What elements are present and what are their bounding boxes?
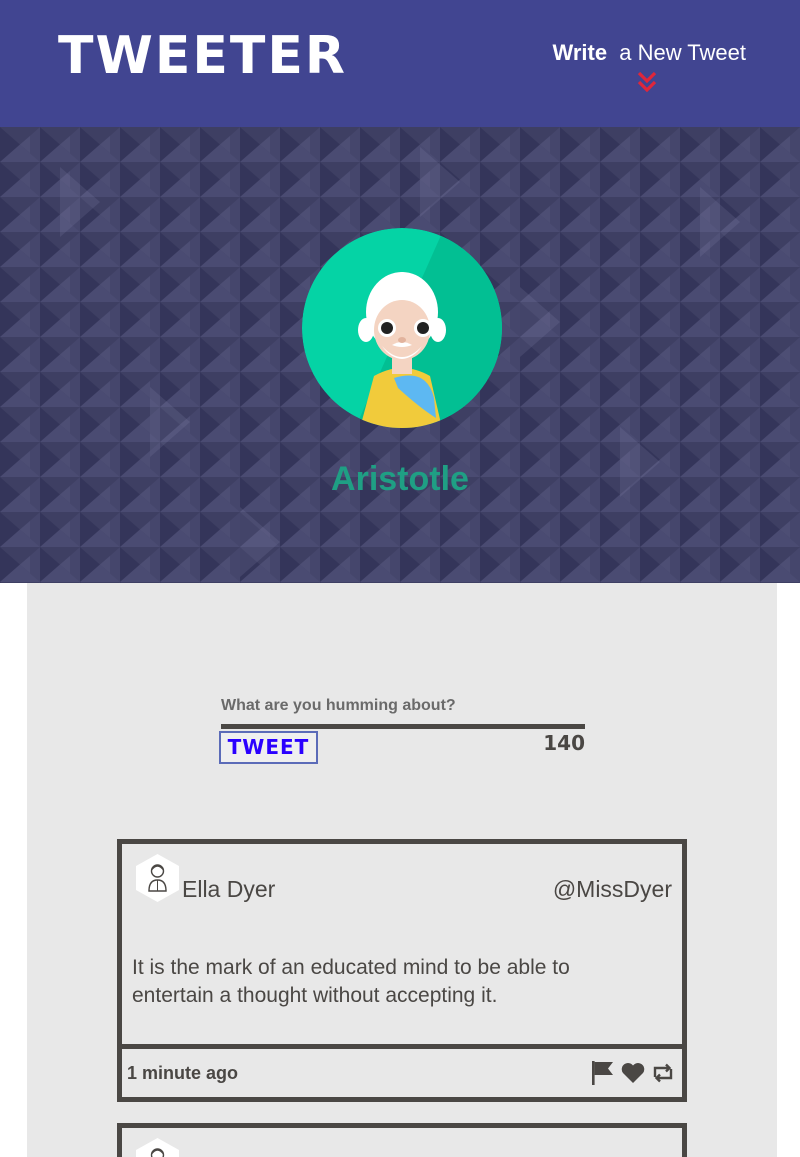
user-avatar: [136, 1138, 179, 1157]
tweet-user-name: Ella Dyer: [182, 876, 276, 902]
tweet-actions: [590, 1059, 676, 1087]
heart-icon[interactable]: [620, 1059, 646, 1087]
tweet-timestamp: 1 minute ago: [127, 1063, 239, 1083]
new-tweet-form: What are you humming about? TWEET 140: [219, 697, 585, 764]
brand-logo: TWEETER: [58, 26, 347, 86]
tweet-card-partial: [117, 1123, 687, 1157]
tweet-text-input[interactable]: [221, 724, 585, 729]
character-counter: 140: [543, 731, 585, 755]
retweet-icon[interactable]: [650, 1059, 676, 1087]
tweet-user-handle: @MissDyer: [552, 876, 672, 902]
main-container: What are you humming about? TWEET 140 El…: [27, 583, 777, 1157]
compose-link-bold: Write: [552, 40, 608, 65]
compose-link-text: a New Tweet: [619, 40, 746, 65]
flag-icon[interactable]: [590, 1059, 616, 1087]
tweet-content: It is the mark of an educated mind to be…: [132, 956, 570, 1007]
tweet-submit-button[interactable]: TWEET: [219, 731, 318, 764]
top-nav: TWEETER Write a New Tweet: [0, 0, 800, 127]
profile-name: Aristotle: [331, 460, 469, 498]
write-new-tweet-link[interactable]: Write a New Tweet: [552, 40, 746, 93]
compose-label: What are you humming about?: [221, 697, 456, 714]
tweet-header: Ella Dyer @MissDyer: [122, 844, 682, 934]
tweet-footer: 1 minute ago: [122, 1044, 682, 1097]
tweet-card: Ella Dyer @MissDyer It is the mark of an…: [117, 839, 687, 1102]
user-avatar: [136, 854, 179, 902]
profile-avatar: [302, 228, 502, 428]
chevron-down-icon[interactable]: [636, 70, 658, 94]
profile-banner: Aristotle: [0, 127, 800, 583]
